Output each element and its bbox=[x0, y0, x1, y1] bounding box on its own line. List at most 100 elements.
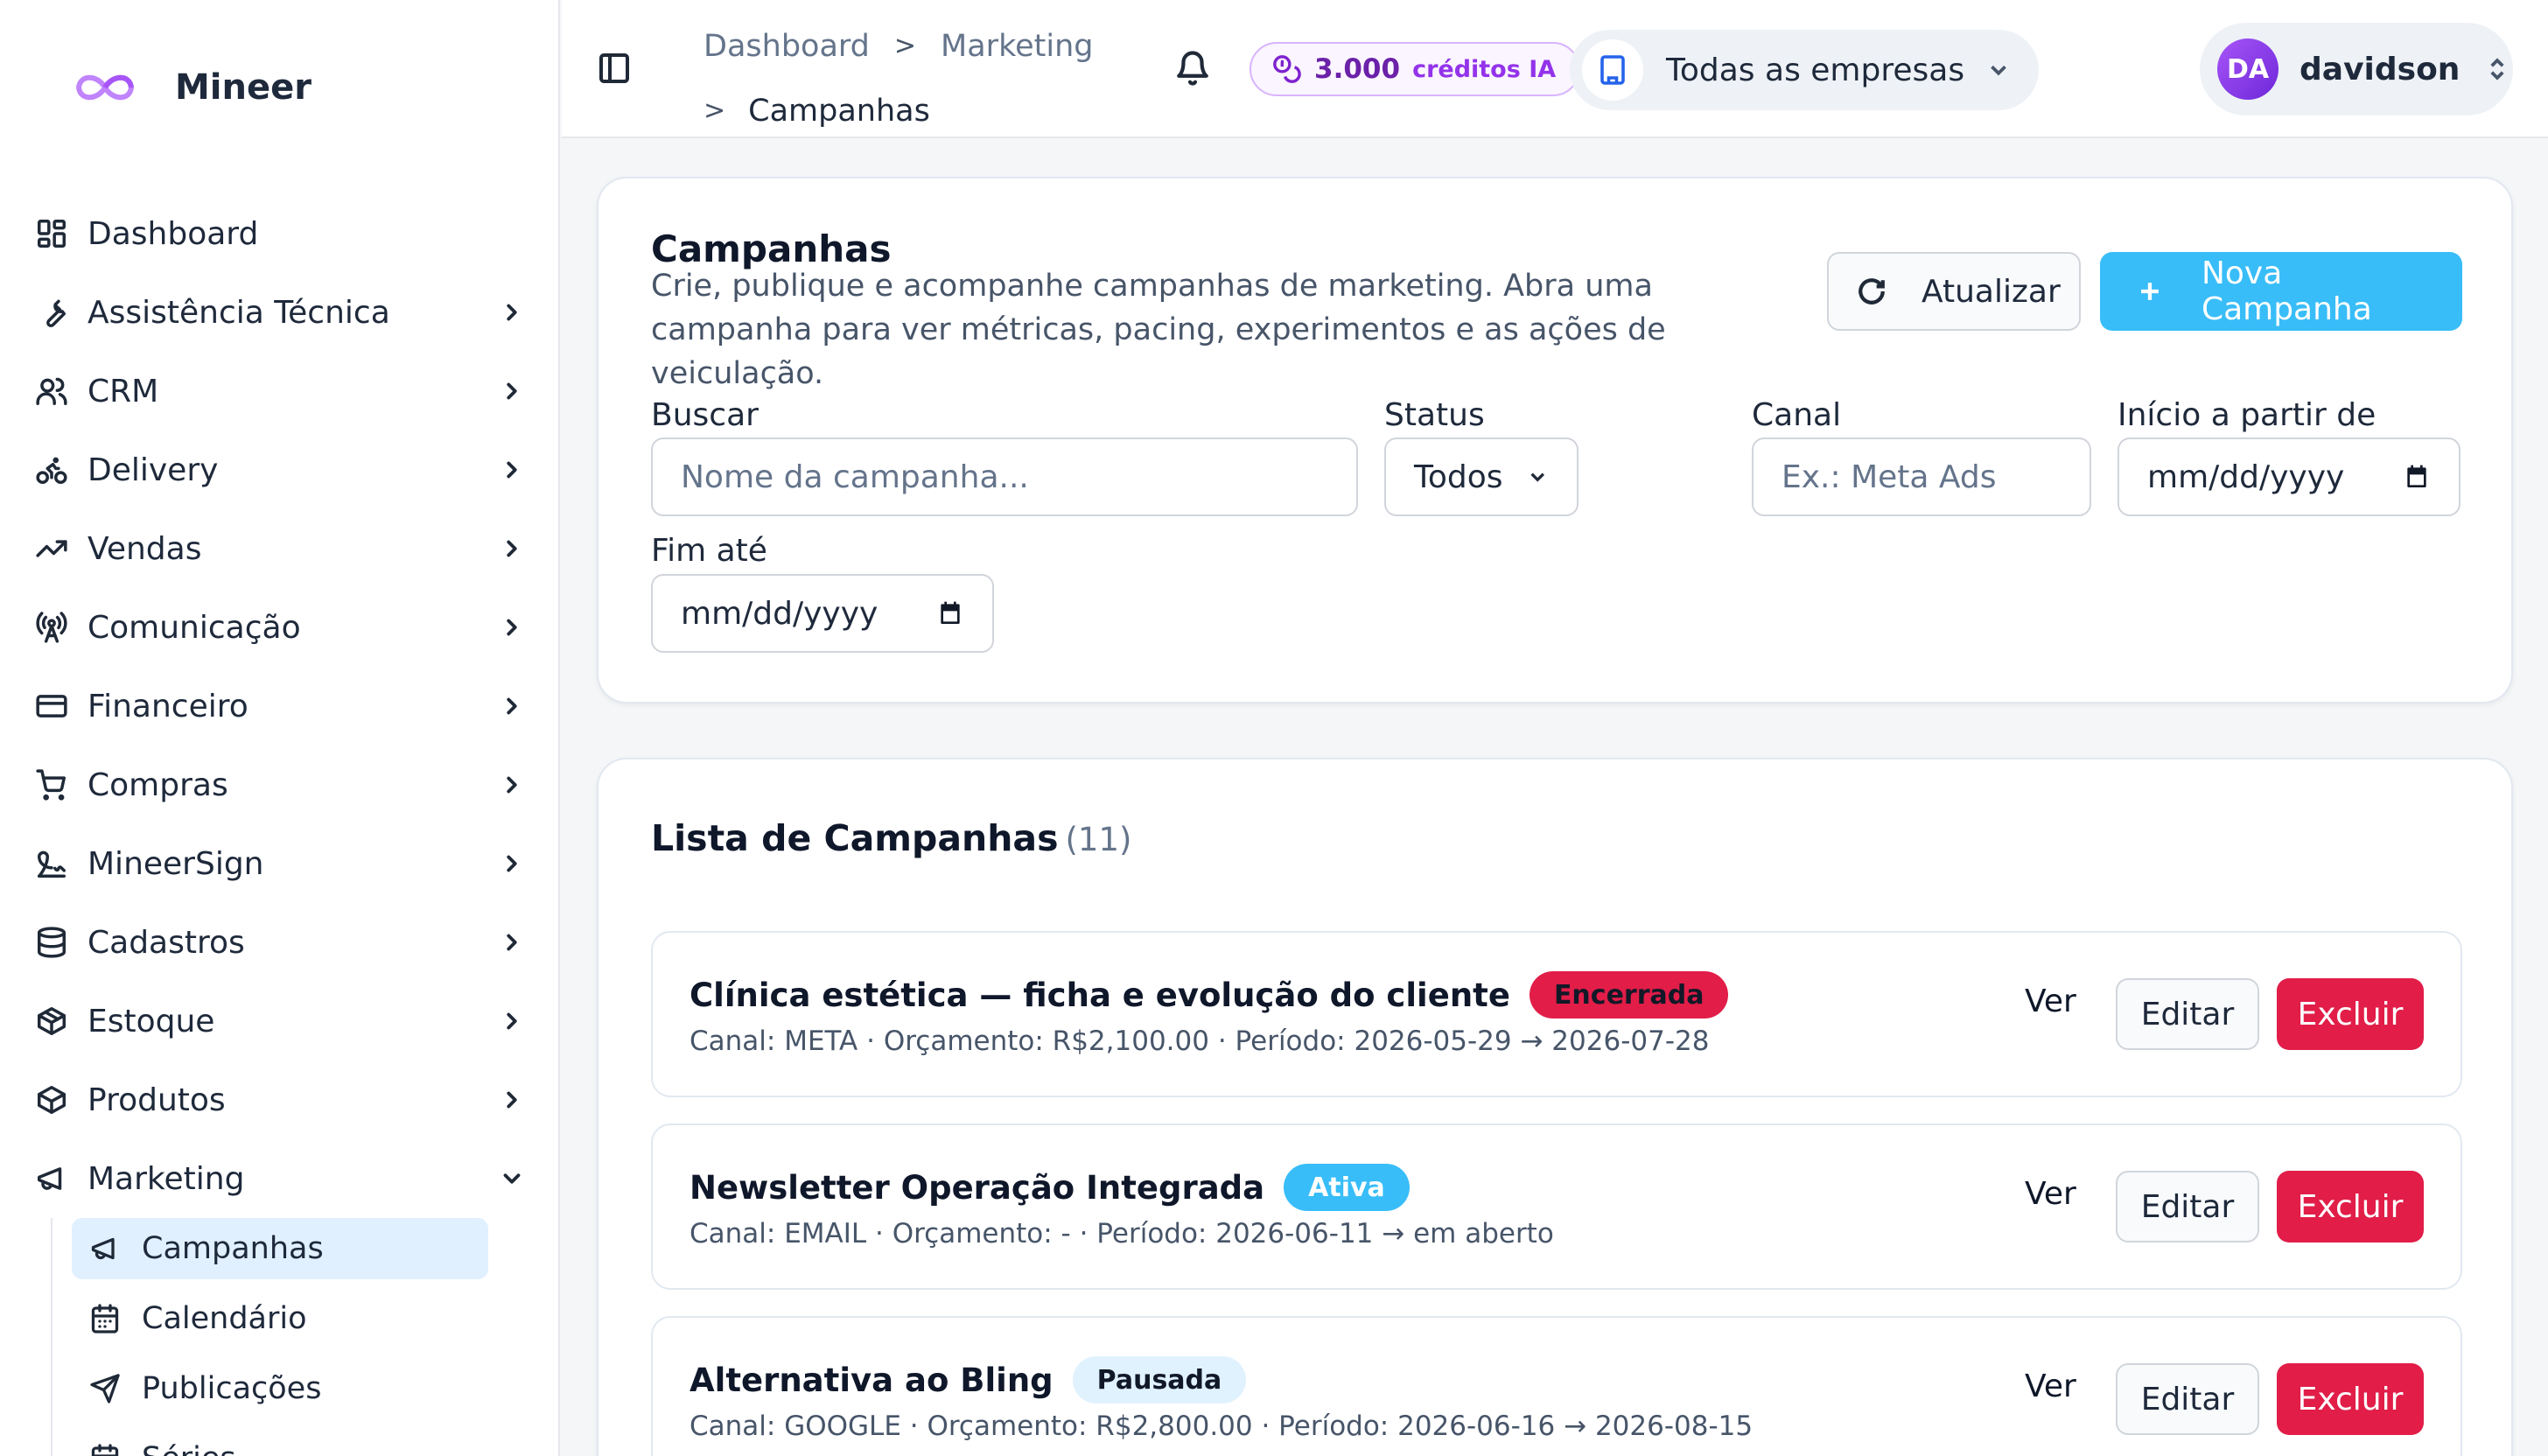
building-icon bbox=[1582, 39, 1643, 101]
sidebar-item-crm[interactable]: CRM bbox=[0, 352, 558, 430]
sidebar-toggle-icon[interactable] bbox=[597, 51, 632, 86]
chevrons-up-down-icon bbox=[2490, 58, 2505, 80]
ai-credits-badge[interactable]: 3.000 créditos IA bbox=[1250, 42, 1581, 96]
search-input[interactable]: Nome da campanha... bbox=[651, 438, 1358, 516]
campaign-row[interactable]: Newsletter Operação Integrada Ativa Cana… bbox=[651, 1124, 2462, 1290]
refresh-button[interactable]: Atualizar bbox=[1827, 252, 2081, 331]
sidebar-item-delivery[interactable]: Delivery bbox=[0, 430, 558, 509]
credits-value: 3.000 bbox=[1314, 53, 1401, 85]
campaign-list-card: Lista de Campanhas (11) Clínica estética … bbox=[597, 758, 2513, 1456]
sidebar-item-cadastros[interactable]: Cadastros bbox=[0, 903, 558, 982]
breadcrumb-dashboard[interactable]: Dashboard bbox=[704, 14, 870, 79]
page-description: Crie, publique e acompanhe campanhas de … bbox=[651, 269, 1666, 391]
calendar-range-icon bbox=[89, 1443, 121, 1456]
campaign-title: Clínica estética — ficha e evolução do c… bbox=[690, 971, 1729, 1018]
sidebar-item-estoque[interactable]: Estoque bbox=[0, 982, 558, 1060]
sidebar-item-label: CRM bbox=[88, 373, 159, 410]
sidebar-item-marketing[interactable]: Marketing bbox=[0, 1139, 558, 1218]
credits-label: créditos IA bbox=[1412, 55, 1557, 83]
trending-up-icon bbox=[35, 532, 68, 565]
edit-button[interactable]: Editar bbox=[2116, 978, 2259, 1050]
sidebar-item-comunicacao[interactable]: Comunicação bbox=[0, 588, 558, 667]
sidebar-subitem-calendario[interactable]: Calendário bbox=[72, 1288, 488, 1349]
campaign-meta: Canal: GOOGLE · Orçamento: R$2,800.00 · … bbox=[690, 1410, 1754, 1442]
brand[interactable]: Mineer bbox=[68, 61, 312, 114]
end-date-input[interactable]: mm/dd/yyyy bbox=[651, 574, 994, 653]
chevron-right-icon bbox=[499, 1087, 525, 1113]
calendar-icon[interactable] bbox=[936, 599, 964, 627]
delete-button[interactable]: Excluir bbox=[2277, 1171, 2424, 1242]
dashboard-grid-icon bbox=[35, 217, 68, 250]
bike-icon bbox=[35, 453, 68, 486]
wrench-icon bbox=[35, 296, 68, 329]
marketing-subnav: Campanhas Calendário Publicações Séries bbox=[0, 1218, 558, 1456]
sidebar-item-label: Marketing bbox=[88, 1160, 245, 1197]
sidebar-nav: Dashboard Assistência Técnica CRM Delive… bbox=[0, 194, 558, 1456]
chevron-right-icon bbox=[499, 299, 525, 326]
company-selector[interactable]: Todas as empresas bbox=[1570, 30, 2039, 110]
sidebar-subitem-series[interactable]: Séries bbox=[72, 1428, 488, 1456]
sidebar-subitem-publicacoes[interactable]: Publicações bbox=[72, 1358, 488, 1419]
campaign-row[interactable]: Alternativa ao Bling Pausada Canal: GOOG… bbox=[651, 1316, 2462, 1456]
status-badge: Pausada bbox=[1072, 1356, 1247, 1404]
chevron-right-icon bbox=[499, 536, 525, 562]
megaphone-icon bbox=[35, 1162, 68, 1195]
new-campaign-button[interactable]: Nova Campanha bbox=[2100, 252, 2462, 331]
sidebar-subitem-label: Campanhas bbox=[142, 1231, 324, 1266]
chevron-right-icon bbox=[499, 693, 525, 719]
search-placeholder: Nome da campanha... bbox=[681, 458, 1029, 495]
sidebar-item-label: Vendas bbox=[88, 530, 202, 567]
status-label: Status bbox=[1384, 397, 1485, 433]
sidebar-item-produtos[interactable]: Produtos bbox=[0, 1060, 558, 1139]
delete-button[interactable]: Excluir bbox=[2277, 978, 2424, 1050]
breadcrumb-marketing[interactable]: Marketing bbox=[941, 14, 1093, 79]
sidebar-item-financeiro[interactable]: Financeiro bbox=[0, 667, 558, 746]
view-button[interactable]: Ver bbox=[2025, 984, 2076, 1019]
shopping-cart-icon bbox=[35, 768, 68, 802]
sidebar-item-label: Financeiro bbox=[88, 688, 248, 724]
sidebar-item-label: Estoque bbox=[88, 1003, 215, 1040]
box-icon bbox=[35, 1083, 68, 1116]
edit-button[interactable]: Editar bbox=[2116, 1363, 2259, 1435]
delete-button[interactable]: Excluir bbox=[2277, 1363, 2424, 1435]
sidebar-item-label: Produtos bbox=[88, 1082, 226, 1118]
view-button[interactable]: Ver bbox=[2025, 1176, 2076, 1212]
new-campaign-button-label: Nova Campanha bbox=[2201, 256, 2372, 327]
view-button[interactable]: Ver bbox=[2025, 1368, 2076, 1404]
channel-input[interactable]: Ex.: Meta Ads bbox=[1752, 438, 2091, 516]
megaphone-icon bbox=[89, 1233, 121, 1264]
radio-tower-icon bbox=[35, 611, 68, 644]
subnav-divider bbox=[51, 1218, 52, 1456]
avatar: DA bbox=[2217, 38, 2278, 100]
start-date-input[interactable]: mm/dd/yyyy bbox=[2118, 438, 2460, 516]
sidebar-item-assistencia-tecnica[interactable]: Assistência Técnica bbox=[0, 273, 558, 352]
status-select[interactable]: Todos bbox=[1384, 438, 1578, 516]
bell-icon[interactable] bbox=[1174, 49, 1211, 88]
plus-icon bbox=[2141, 283, 2159, 300]
sidebar-item-dashboard[interactable]: Dashboard bbox=[0, 194, 558, 273]
credit-card-icon bbox=[35, 690, 68, 723]
sidebar-subitem-campanhas[interactable]: Campanhas bbox=[72, 1218, 488, 1279]
sidebar-item-label: MineerSign bbox=[88, 845, 264, 882]
campaign-filters-card: Campanhas Crie, publique e acompanhe cam… bbox=[597, 177, 2513, 704]
breadcrumb-current: Campanhas bbox=[748, 94, 930, 129]
chevron-down-icon bbox=[499, 1166, 525, 1192]
sidebar-item-label: Delivery bbox=[88, 452, 219, 488]
user-name: davidson bbox=[2300, 51, 2460, 88]
sidebar-subitem-label: Séries bbox=[142, 1441, 488, 1456]
package-icon bbox=[35, 1004, 68, 1038]
sidebar-item-mineersign[interactable]: MineerSign bbox=[0, 824, 558, 903]
calendar-icon[interactable] bbox=[2403, 463, 2431, 491]
list-title-text: Lista de Campanhas bbox=[651, 817, 1059, 859]
edit-button[interactable]: Editar bbox=[2116, 1171, 2259, 1242]
campaign-name: Newsletter Operação Integrada bbox=[690, 1168, 1265, 1207]
user-menu[interactable]: DA davidson bbox=[2200, 23, 2513, 116]
topbar: Dashboard > Marketing > Campanhas 3.000 … bbox=[562, 0, 2548, 138]
sidebar-item-vendas[interactable]: Vendas bbox=[0, 509, 558, 588]
sidebar: Mineer Dashboard Assistência Técnica CRM… bbox=[0, 0, 560, 1456]
sidebar-subitem-label: Calendário bbox=[142, 1301, 307, 1336]
campaign-title: Newsletter Operação Integrada Ativa bbox=[690, 1164, 1410, 1211]
sidebar-item-compras[interactable]: Compras bbox=[0, 746, 558, 824]
signature-icon bbox=[35, 847, 68, 880]
campaign-row[interactable]: Clínica estética — ficha e evolução do c… bbox=[651, 931, 2462, 1097]
